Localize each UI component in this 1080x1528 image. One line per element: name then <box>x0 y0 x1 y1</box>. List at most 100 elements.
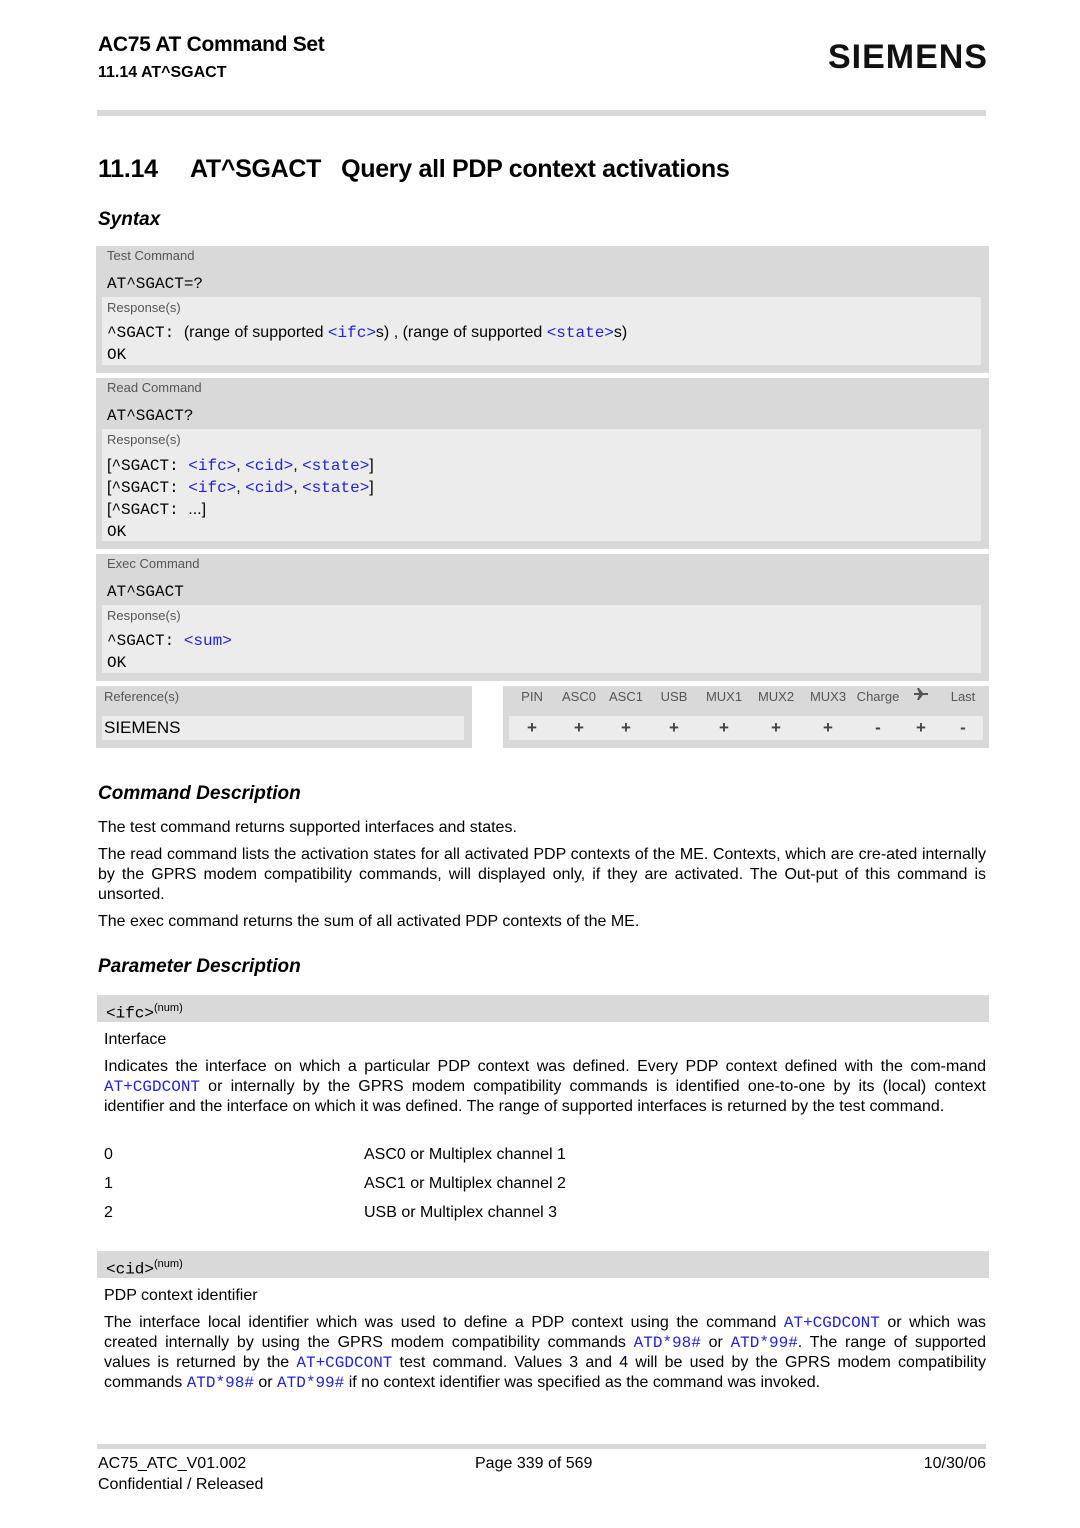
description-paragraph: The test command returns supported inter… <box>98 819 517 836</box>
link-atd99[interactable]: ATD*99# <box>731 1334 798 1352</box>
response-line: ^SGACT: <sum> <box>107 632 232 650</box>
param-description: The interface local identifier which was… <box>104 1313 986 1393</box>
prop-value-pin: + <box>527 718 537 737</box>
param-value-desc: ASC0 or Multiplex channel 1 <box>364 1146 566 1163</box>
param-title: PDP context identifier <box>104 1287 258 1304</box>
prop-header-asc0: ASC0 <box>562 689 596 704</box>
response-line: [^SGACT: ...] <box>107 501 206 519</box>
param-value-key: 1 <box>104 1175 113 1192</box>
param-link-state[interactable]: <state> <box>302 479 369 497</box>
param-link-ifc[interactable]: <ifc> <box>188 457 236 475</box>
link-atd98[interactable]: ATD*98# <box>187 1374 254 1392</box>
prop-header-asc1: ASC1 <box>609 689 643 704</box>
response-line: ^SGACT: (range of supported <ifc>s) , (r… <box>107 324 627 342</box>
prop-value-asc0: + <box>574 718 584 737</box>
prop-value-last: - <box>960 718 966 737</box>
prop-header-charge: Charge <box>856 689 900 704</box>
test-command-syntax: AT^SGACT=? <box>107 275 204 293</box>
param-description: Indicates the interface on which a parti… <box>104 1057 986 1117</box>
response-prefix: ^SGACT: <box>107 632 184 650</box>
param-desc-text: or <box>700 1334 731 1351</box>
param-desc-text: if no context identifier was specified a… <box>344 1374 821 1391</box>
reference-value: SIEMENS <box>104 718 181 737</box>
param-desc-text: The interface local identifier which was… <box>104 1314 784 1331</box>
prop-value-usb: + <box>669 718 679 737</box>
response-prefix: ^SGACT: <box>111 501 189 519</box>
response-ellipsis: ...] <box>188 501 207 518</box>
param-header-ifc: <ifc>(num) <box>97 995 989 1022</box>
param-value-desc: USB or Multiplex channel 3 <box>364 1204 557 1221</box>
param-header-cid: <cid>(num) <box>97 1251 989 1278</box>
response-text: s) , (range of supported <box>375 324 547 341</box>
separator: , <box>236 479 246 496</box>
reference-value-box: SIEMENS <box>102 716 464 740</box>
prop-value-asc1: + <box>621 718 631 737</box>
param-link-state[interactable]: <state> <box>302 457 369 475</box>
exec-command-label: Exec Command <box>107 556 200 571</box>
param-link-ifc[interactable]: <ifc> <box>188 479 236 497</box>
param-name: <cid>(num) <box>106 1258 183 1278</box>
link-at-cgdcont[interactable]: AT+CGDCONT <box>296 1354 392 1372</box>
param-name-text: <ifc> <box>106 1004 155 1023</box>
prop-value-mux3: + <box>823 718 833 737</box>
prop-value-mux2: + <box>771 718 781 737</box>
separator: , <box>293 457 303 474</box>
siemens-logo: SIEMENS <box>827 38 988 76</box>
read-command-label: Read Command <box>107 380 202 395</box>
link-atd99[interactable]: ATD*99# <box>277 1374 344 1392</box>
param-desc-text: or internally by the GPRS modem compatib… <box>104 1078 986 1115</box>
header-divider <box>97 110 986 116</box>
footer-date: 10/30/06 <box>923 1455 986 1472</box>
section-title: 11.14 AT^SGACT Query all PDP context act… <box>98 155 730 183</box>
response-prefix: ^SGACT: <box>111 457 189 475</box>
param-value-key: 2 <box>104 1204 113 1221</box>
response-prefix: ^SGACT: <box>111 479 189 497</box>
description-paragraph: The read command lists the activation st… <box>98 846 986 903</box>
exec-responses: Response(s) ^SGACT: <sum> OK <box>102 605 981 673</box>
param-title: Interface <box>104 1031 167 1048</box>
response-text: (range of supported <box>183 324 328 341</box>
exec-command-syntax: AT^SGACT <box>107 583 184 601</box>
link-at-cgdcont[interactable]: AT+CGDCONT <box>104 1078 200 1096</box>
exec-command-block: Exec Command AT^SGACT Response(s) ^SGACT… <box>96 554 989 681</box>
param-link-state[interactable]: <state> <box>547 324 614 342</box>
prop-header-usb: USB <box>660 689 688 704</box>
prop-value-mux1: + <box>719 718 729 737</box>
test-command-label: Test Command <box>107 248 195 263</box>
param-link-cid[interactable]: <cid> <box>245 479 293 497</box>
read-responses: Response(s) [^SGACT: <ifc>, <cid>, <stat… <box>102 429 981 541</box>
properties-box: PIN ASC0 ASC1 USB MUX1 MUX2 MUX3 Charge … <box>503 686 989 748</box>
response-prefix: ^SGACT: <box>107 324 184 342</box>
footer-status: Confidential / Released <box>98 1476 264 1493</box>
prop-value-airplane: + <box>916 718 926 737</box>
link-at-cgdcont[interactable]: AT+CGDCONT <box>784 1314 880 1332</box>
param-link-ifc[interactable]: <ifc> <box>328 324 376 342</box>
response-text: s) <box>613 324 628 341</box>
test-command-block: Test Command AT^SGACT=? Response(s) ^SGA… <box>96 246 989 373</box>
link-atd98[interactable]: ATD*98# <box>634 1334 701 1352</box>
param-value-desc: ASC1 or Multiplex channel 2 <box>364 1175 566 1192</box>
command-description-heading: Command Description <box>98 783 301 804</box>
param-desc-text: or <box>253 1374 278 1391</box>
syntax-heading: Syntax <box>98 209 161 230</box>
separator: , <box>293 479 303 496</box>
response-ok: OK <box>107 654 127 672</box>
param-desc-text: Indicates the interface on which a parti… <box>104 1058 986 1075</box>
reference-label: Reference(s) <box>104 689 180 704</box>
prop-header-mux2: MUX2 <box>757 689 795 704</box>
read-command-syntax: AT^SGACT? <box>107 407 194 425</box>
param-type: (num) <box>154 1002 183 1014</box>
param-value-key: 0 <box>104 1146 113 1163</box>
read-command-block: Read Command AT^SGACT? Response(s) [^SGA… <box>96 378 989 549</box>
description-paragraph: The exec command returns the sum of all … <box>98 913 640 930</box>
footer-page-number: Page 339 of 569 <box>475 1455 593 1472</box>
separator: , <box>236 457 246 474</box>
response-line: [^SGACT: <ifc>, <cid>, <state>] <box>107 457 374 475</box>
param-link-sum[interactable]: <sum> <box>184 632 232 650</box>
param-link-cid[interactable]: <cid> <box>245 457 293 475</box>
response-ok: OK <box>107 346 127 364</box>
prop-header-last: Last <box>950 689 976 704</box>
responses-label: Response(s) <box>107 608 181 623</box>
bracket: ] <box>369 479 374 496</box>
footer-doc-id: AC75_ATC_V01.002 <box>98 1455 247 1472</box>
